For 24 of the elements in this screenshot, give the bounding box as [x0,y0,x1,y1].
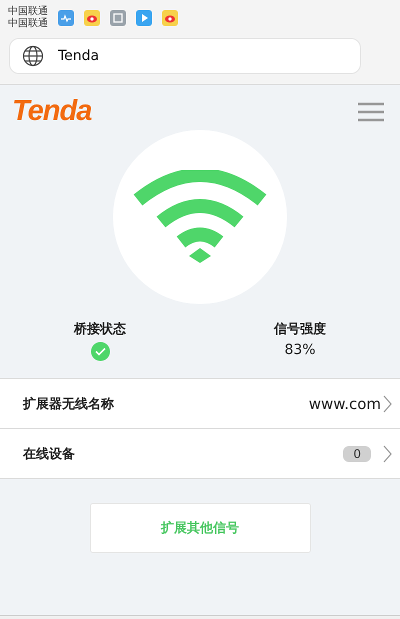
list-row[interactable]: 在线设备 0 [0,429,400,479]
row-value: www.com [308,394,381,412]
globe-icon [22,45,44,67]
eye-app-icon [162,10,178,26]
play-app-icon [136,10,152,26]
page-title: Tenda [58,48,100,64]
chevron-right-icon [383,394,392,412]
tenda-logo: Tenda [12,95,92,128]
chevron-right-icon [383,444,392,462]
row-label: 扩展器无线名称 [23,396,115,412]
status-label: 桥接状态 [74,320,126,338]
carrier-name: 中国联通 [8,6,48,18]
row-label: 在线设备 [23,446,76,462]
gallery-app-icon [110,10,126,26]
status-label: 信号强度 [274,320,326,338]
signal-strength-value: 83% [284,342,316,358]
wifi-icon [131,170,269,264]
carrier-name: 中国联通 [8,18,48,30]
address-bar[interactable]: Tenda [9,38,361,74]
menu-icon[interactable] [358,102,384,122]
count-badge: 0 [343,446,371,462]
eye-app-icon [84,10,100,26]
list-row[interactable]: 扩展器无线名称 www.com [0,379,400,429]
heartbeat-app-icon [58,10,74,26]
